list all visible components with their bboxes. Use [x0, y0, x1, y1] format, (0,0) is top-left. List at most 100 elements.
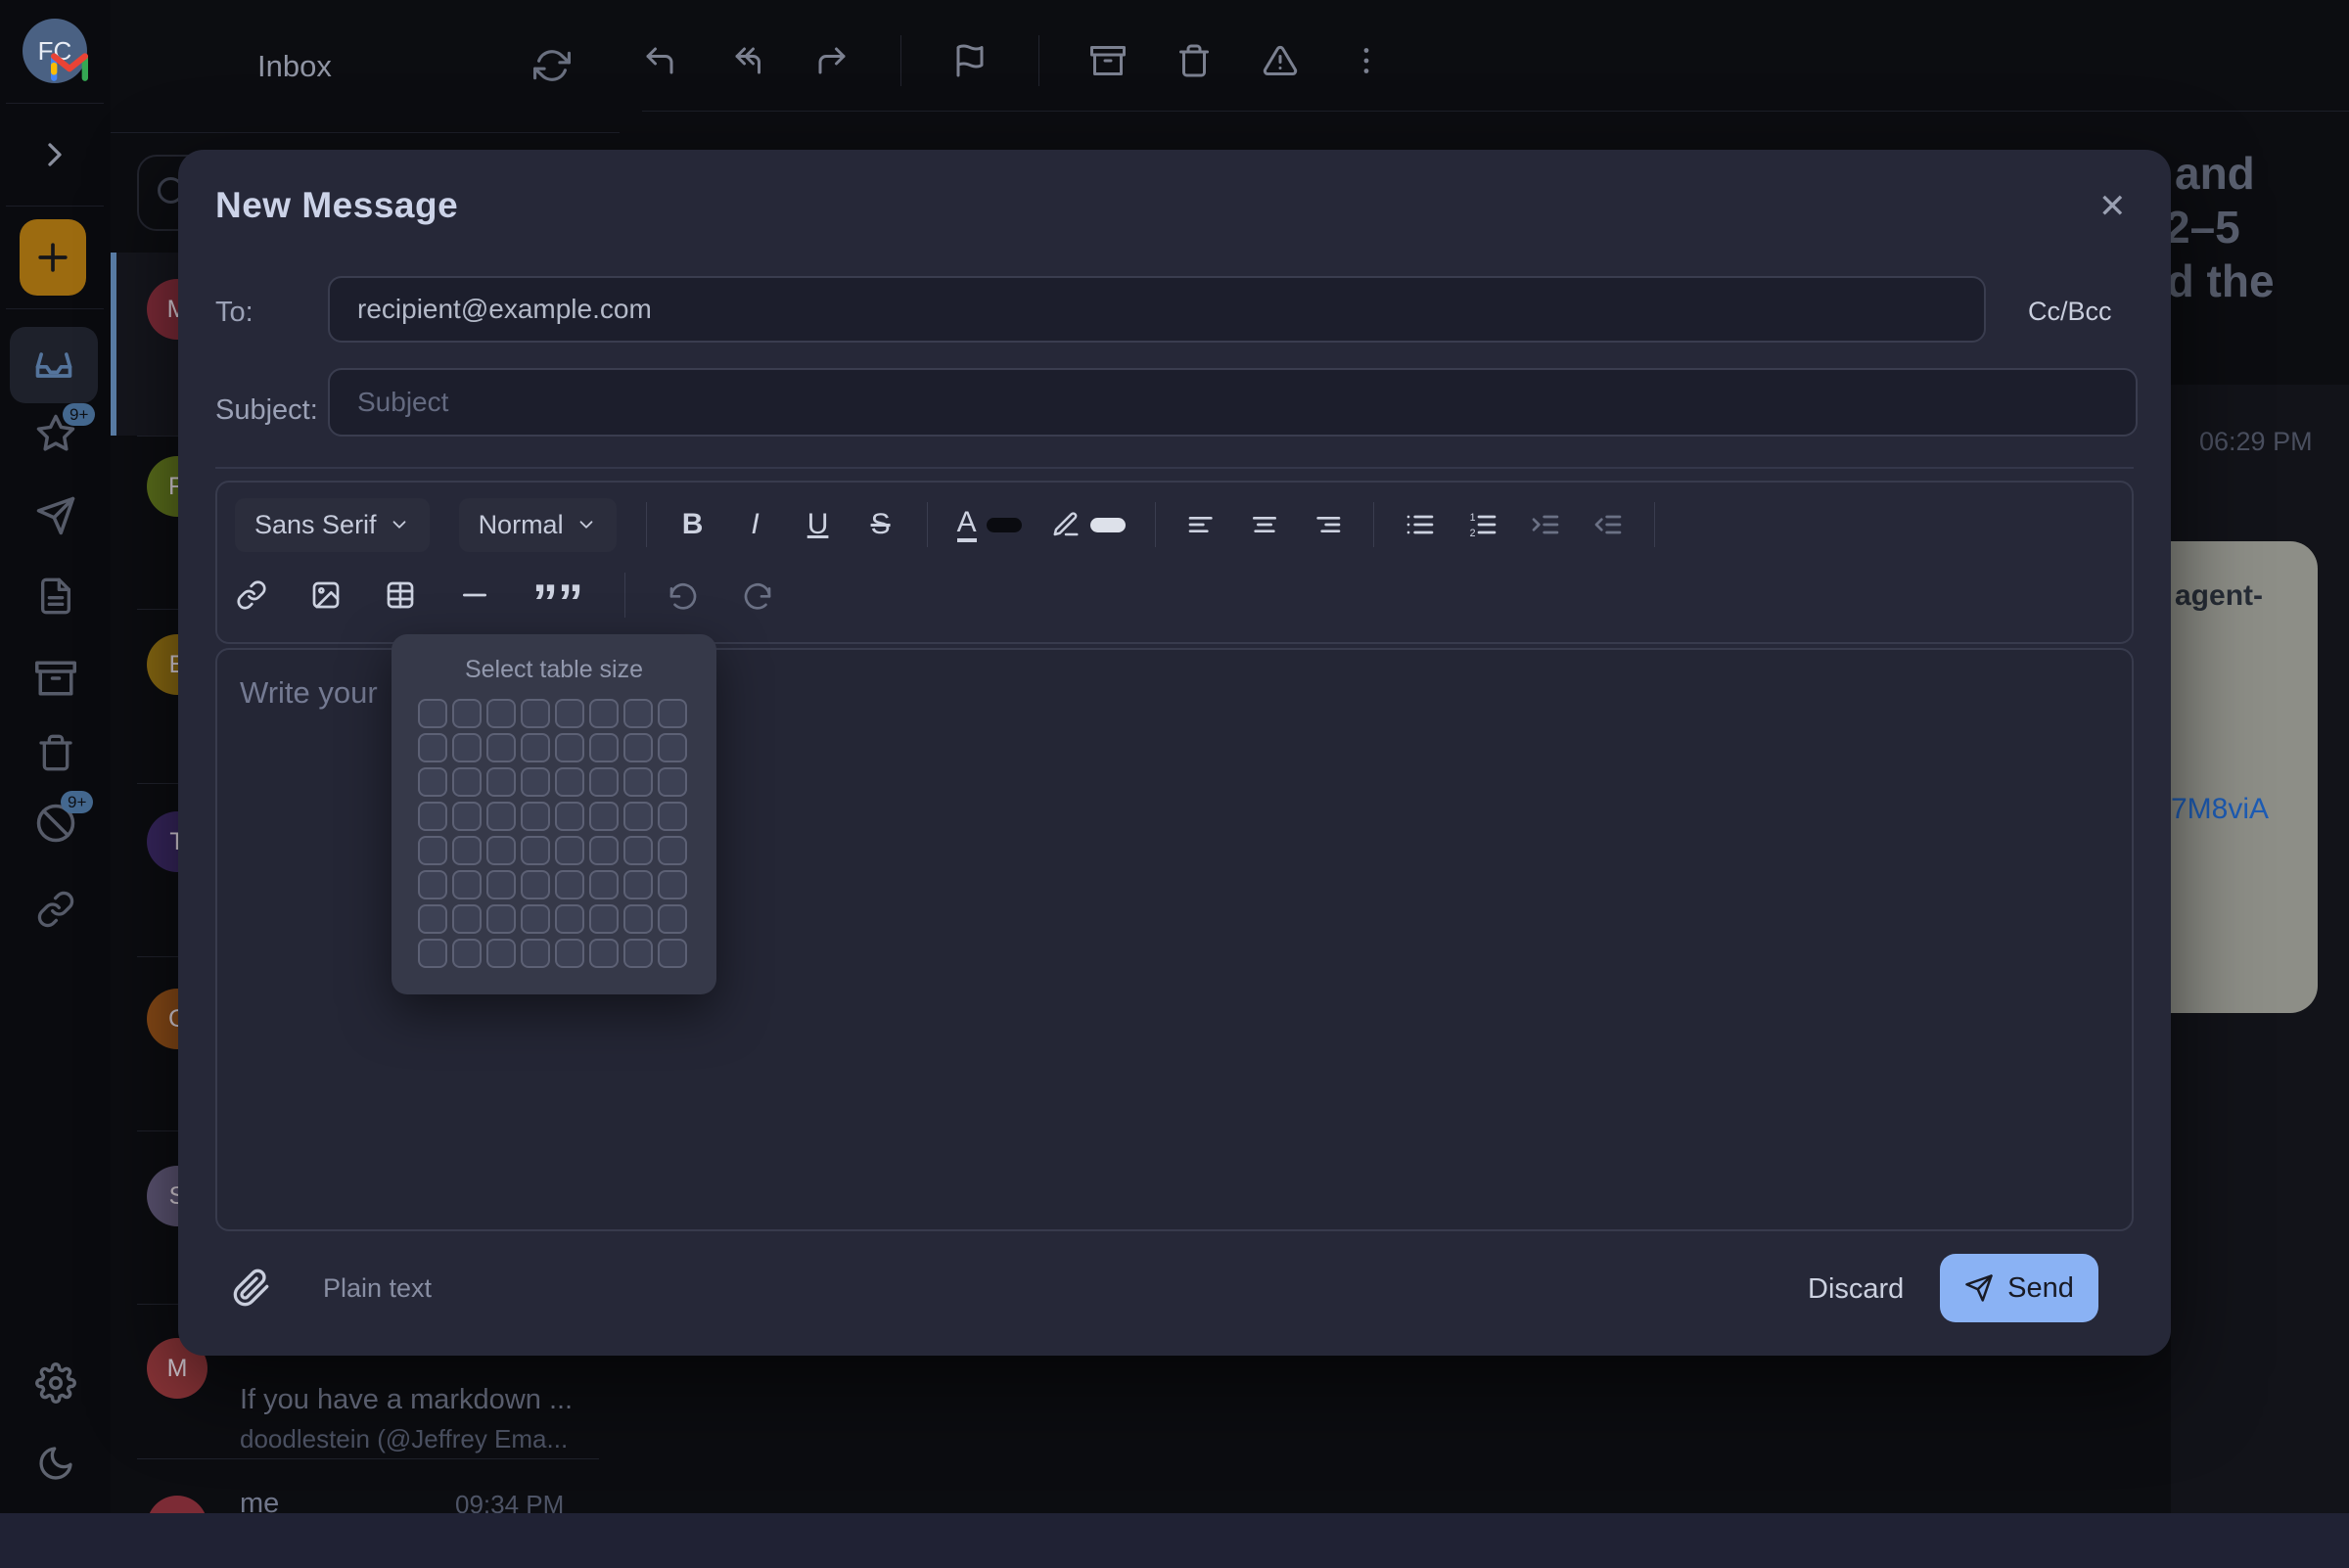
sidebar-item-trash[interactable]: [35, 732, 76, 773]
table-size-cell[interactable]: [418, 870, 447, 899]
table-size-cell[interactable]: [589, 904, 619, 934]
flag-button[interactable]: [952, 43, 988, 78]
strikethrough-button[interactable]: S: [864, 508, 898, 541]
forward-button[interactable]: [814, 43, 850, 78]
bold-button[interactable]: B: [676, 508, 710, 541]
insert-link-button[interactable]: [235, 579, 268, 611]
reply-button[interactable]: [642, 43, 677, 78]
card-link[interactable]: 7M8viA: [2171, 793, 2269, 826]
table-size-cell[interactable]: [521, 699, 550, 728]
bullet-list-button[interactable]: [1404, 509, 1437, 540]
table-size-cell[interactable]: [555, 836, 584, 865]
table-size-cell[interactable]: [623, 836, 653, 865]
align-right-button[interactable]: [1311, 509, 1344, 540]
table-size-cell[interactable]: [589, 870, 619, 899]
table-size-cell[interactable]: [418, 699, 447, 728]
table-size-cell[interactable]: [658, 733, 687, 762]
discard-button[interactable]: Discard: [1808, 1273, 1904, 1306]
table-size-cell[interactable]: [589, 733, 619, 762]
table-size-cell[interactable]: [658, 836, 687, 865]
table-size-cell[interactable]: [486, 699, 516, 728]
dark-mode-toggle[interactable]: [35, 1443, 76, 1484]
align-center-button[interactable]: [1248, 509, 1281, 540]
table-size-cell[interactable]: [486, 939, 516, 968]
table-size-cell[interactable]: [623, 767, 653, 797]
align-left-button[interactable]: [1185, 509, 1219, 540]
close-icon[interactable]: ✕: [2098, 187, 2127, 226]
email-subject[interactable]: If you have a markdown ...: [240, 1384, 573, 1416]
table-size-cell[interactable]: [658, 767, 687, 797]
table-size-cell[interactable]: [452, 904, 482, 934]
sidebar-item-sent[interactable]: [35, 495, 76, 536]
table-size-cell[interactable]: [589, 802, 619, 831]
table-size-cell[interactable]: [452, 836, 482, 865]
table-size-cell[interactable]: [623, 939, 653, 968]
table-size-cell[interactable]: [658, 939, 687, 968]
table-size-cell[interactable]: [418, 836, 447, 865]
table-size-cell[interactable]: [452, 733, 482, 762]
table-size-cell[interactable]: [486, 870, 516, 899]
subject-input[interactable]: [328, 368, 2138, 437]
insert-table-button[interactable]: [384, 579, 417, 611]
table-size-cell[interactable]: [486, 767, 516, 797]
sidebar-item-links[interactable]: [35, 889, 76, 930]
table-size-cell[interactable]: [555, 939, 584, 968]
delete-button[interactable]: [1176, 43, 1212, 78]
table-size-cell[interactable]: [452, 699, 482, 728]
table-size-cell[interactable]: [486, 802, 516, 831]
table-size-cell[interactable]: [521, 904, 550, 934]
send-button[interactable]: Send: [1940, 1254, 2098, 1322]
table-size-cell[interactable]: [418, 802, 447, 831]
table-size-cell[interactable]: [521, 802, 550, 831]
table-size-cell[interactable]: [452, 767, 482, 797]
table-size-cell[interactable]: [555, 767, 584, 797]
table-size-cell[interactable]: [658, 802, 687, 831]
redo-button[interactable]: [741, 579, 774, 611]
font-family-select[interactable]: Sans Serif: [235, 498, 430, 552]
horizontal-rule-button[interactable]: [458, 579, 491, 611]
table-size-cell[interactable]: [452, 802, 482, 831]
settings-button[interactable]: [35, 1362, 76, 1404]
table-size-cell[interactable]: [521, 836, 550, 865]
table-size-cell[interactable]: [521, 939, 550, 968]
email-snippet[interactable]: doodlestein (@Jeffrey Ema...: [240, 1424, 568, 1454]
underline-button[interactable]: U: [802, 508, 835, 541]
to-input[interactable]: [328, 276, 1986, 343]
indent-button[interactable]: [1529, 509, 1562, 540]
table-size-cell[interactable]: [623, 904, 653, 934]
table-size-cell[interactable]: [623, 870, 653, 899]
undo-button[interactable]: [667, 579, 700, 611]
table-size-cell[interactable]: [589, 699, 619, 728]
more-options-button[interactable]: [1349, 43, 1384, 78]
table-size-cell[interactable]: [521, 733, 550, 762]
table-size-cell[interactable]: [452, 939, 482, 968]
sidebar-item-starred[interactable]: 9+: [35, 413, 76, 454]
table-size-cell[interactable]: [418, 939, 447, 968]
numbered-list-button[interactable]: 12: [1466, 509, 1499, 540]
table-size-cell[interactable]: [486, 836, 516, 865]
sidebar-item-drafts[interactable]: [35, 576, 76, 617]
table-size-cell[interactable]: [418, 733, 447, 762]
table-size-cell[interactable]: [589, 939, 619, 968]
outdent-button[interactable]: [1591, 509, 1625, 540]
attach-file-button[interactable]: [232, 1268, 271, 1308]
highlight-color-button[interactable]: [1051, 510, 1126, 539]
text-color-button[interactable]: A: [957, 507, 1022, 542]
table-size-cell[interactable]: [658, 699, 687, 728]
refresh-button[interactable]: [533, 47, 571, 84]
table-size-cell[interactable]: [418, 904, 447, 934]
table-size-cell[interactable]: [555, 802, 584, 831]
table-size-cell[interactable]: [623, 733, 653, 762]
table-size-cell[interactable]: [486, 904, 516, 934]
ccbcc-toggle[interactable]: Cc/Bcc: [2028, 297, 2112, 327]
table-size-cell[interactable]: [658, 870, 687, 899]
paragraph-style-select[interactable]: Normal: [459, 498, 617, 552]
plain-text-toggle[interactable]: Plain text: [323, 1273, 432, 1304]
compose-button[interactable]: [20, 219, 86, 296]
table-size-cell[interactable]: [555, 904, 584, 934]
table-size-cell[interactable]: [486, 733, 516, 762]
table-size-cell[interactable]: [555, 870, 584, 899]
sidebar-item-spam[interactable]: 9+: [35, 803, 76, 844]
table-size-cell[interactable]: [521, 870, 550, 899]
table-size-cell[interactable]: [521, 767, 550, 797]
